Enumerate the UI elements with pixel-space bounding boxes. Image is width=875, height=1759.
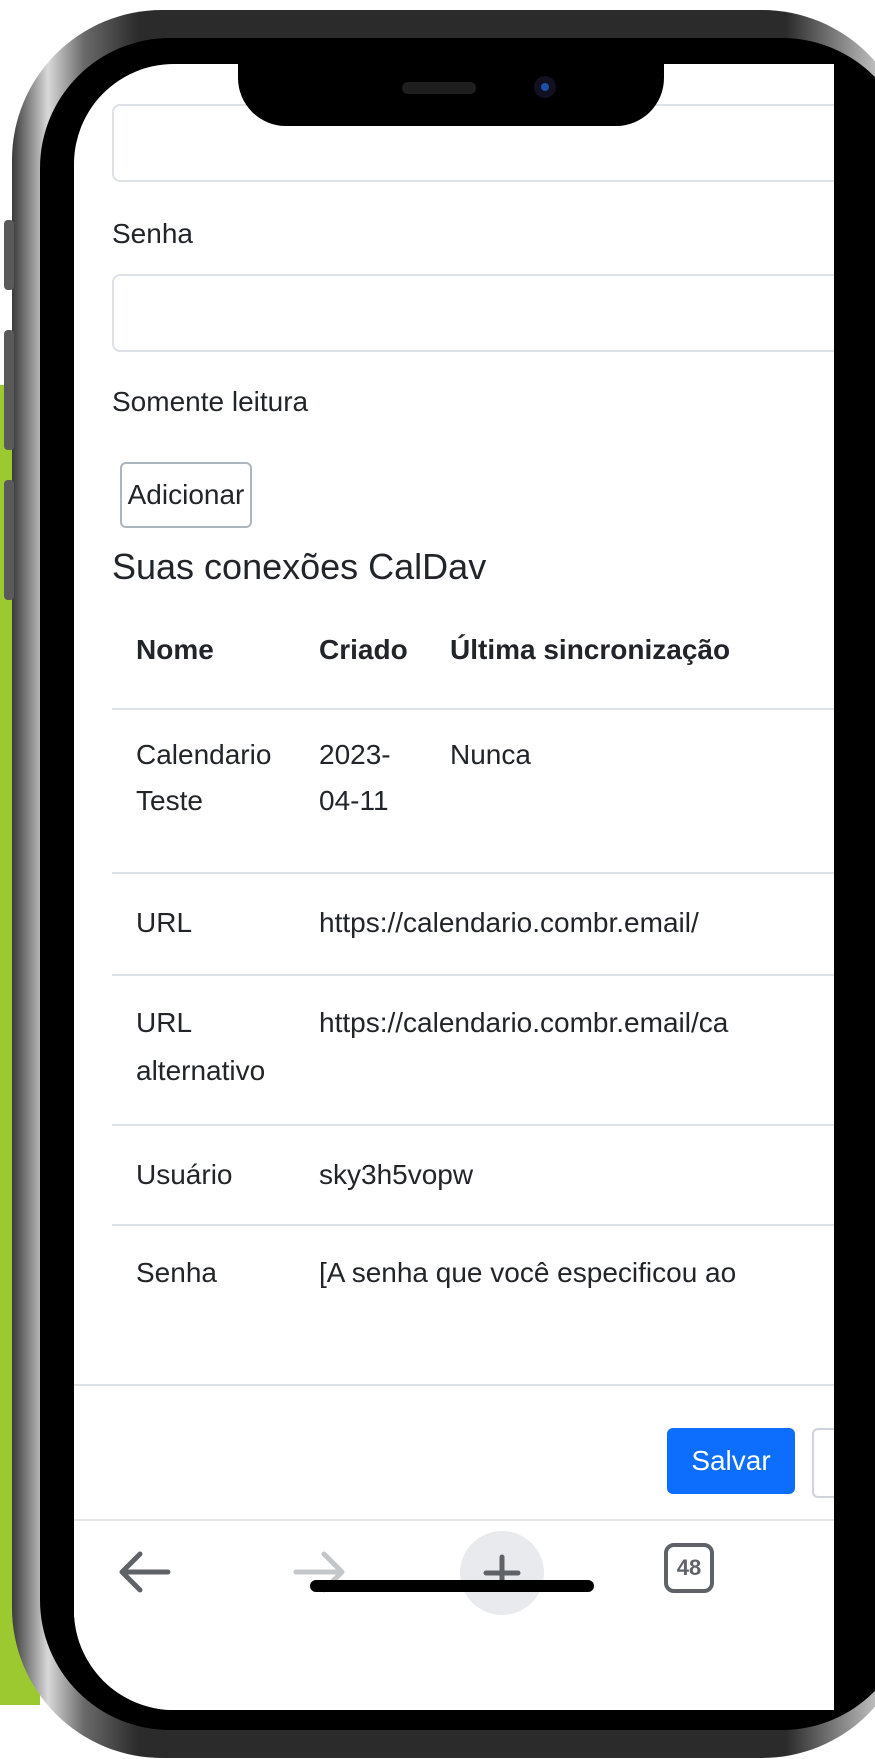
user-value: sky3h5vopw [319,1159,474,1190]
back-arrow-icon[interactable] [116,1549,172,1600]
connection-name-line2: Teste [136,785,203,816]
speaker-grille [402,82,476,94]
forward-arrow-icon[interactable] [292,1549,348,1600]
readonly-label: Somente leitura [112,386,309,417]
alt-url-label-line2: alternativo [136,1055,266,1086]
password-detail-value: [A senha que você especificou ao [319,1257,737,1288]
volume-down-button [4,480,14,600]
new-tab-button[interactable] [460,1531,544,1615]
row-divider [112,1224,834,1226]
url-label: URL [136,907,193,938]
url-value: https://calendario.combr.email/ [319,907,699,938]
header-name: Nome [136,634,214,665]
mute-switch [4,220,14,290]
tabs-icon[interactable]: 48 [664,1543,714,1593]
save-button[interactable]: Salvar [667,1428,795,1494]
row-divider [112,1124,834,1126]
header-divider [112,708,834,710]
secondary-button-partial[interactable] [812,1428,834,1498]
home-indicator[interactable] [310,1580,594,1592]
connections-title: Suas conexões CalDav [112,546,487,587]
header-last-sync: Última sincronização [450,634,731,665]
connection-created-line2: 04-11 [319,785,389,816]
camera-icon [534,76,556,98]
alt-url-label-line1: URL [136,1007,193,1038]
password-field[interactable] [112,274,834,352]
connection-created-line1: 2023- [319,739,391,770]
connection-last-sync: Nunca [450,739,531,770]
password-label: Senha [112,218,193,249]
header-created: Criado [319,634,408,665]
row-divider [112,872,834,874]
volume-up-button [4,330,14,450]
footer-divider [74,1384,834,1386]
phone-notch [238,64,664,126]
connection-name-line1: Calendario [136,739,272,770]
row-divider [112,974,834,976]
add-button[interactable]: Adicionar [120,462,252,528]
phone-screen: Senha Somente leitura Adicionar Suas con… [74,64,834,1710]
user-label: Usuário [136,1159,233,1190]
browser-toolbar: 48 [74,1519,834,1710]
alt-url-value: https://calendario.combr.email/ca [319,1007,729,1038]
password-detail-label: Senha [136,1257,217,1288]
